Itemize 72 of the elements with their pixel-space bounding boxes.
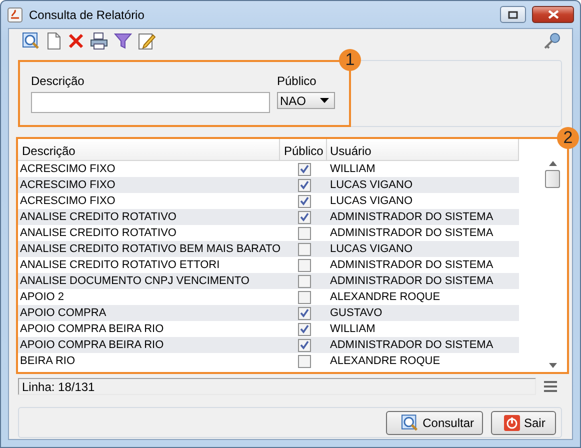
table-cell-text: LUCAS VIGANO [329, 243, 414, 255]
restore-button[interactable] [500, 6, 526, 23]
checkbox[interactable] [298, 178, 311, 192]
table-cell-text: LUCAS VIGANO [329, 179, 414, 191]
search-button[interactable]: Consultar [386, 410, 483, 434]
delete-icon[interactable] [68, 32, 84, 50]
table-cell-text: APOIO COMPRA BEIRA RIO [19, 339, 165, 351]
table-cell-text: ADMINISTRADOR DO SISTEMA [329, 211, 494, 223]
document-icon[interactable] [46, 32, 62, 50]
table-cell-text: ADMINISTRADOR DO SISTEMA [329, 227, 494, 239]
table-cell-text: APOIO COMPRA BEIRA RIO [19, 323, 165, 335]
checkbox[interactable] [298, 306, 311, 320]
table-cell-text: ANALISE CREDITO ROTATIVO [19, 211, 178, 223]
restore-icon [508, 10, 518, 18]
checkbox[interactable] [298, 354, 311, 368]
window-title: Consulta de Relatório [29, 8, 146, 22]
checkbox[interactable] [298, 274, 311, 288]
checkbox[interactable] [298, 242, 311, 256]
callout-badge: 2 [557, 127, 579, 149]
close-icon [548, 10, 558, 19]
checkbox[interactable] [298, 162, 311, 176]
field-label: Público [277, 74, 318, 88]
close-button[interactable] [532, 6, 574, 23]
edit-icon[interactable] [138, 32, 156, 50]
column-header[interactable]: Público [280, 139, 327, 160]
power-icon [504, 414, 520, 430]
table-cell-text: BEIRA RIO [19, 355, 76, 367]
table-cell-text: WILLIAM [329, 323, 376, 335]
table-cell-text: GUSTAVO [329, 307, 384, 319]
column-header[interactable]: Descrição [18, 139, 280, 160]
exit-button[interactable]: Sair [491, 410, 556, 434]
checkbox[interactable] [298, 258, 311, 272]
table-cell-text: ALEXANDRE ROQUE [329, 355, 442, 367]
table-cell-text: ACRESCIMO FIXO [19, 163, 116, 175]
scroll-thumb[interactable] [545, 170, 560, 188]
printer-icon[interactable] [90, 32, 108, 50]
caret-icon [320, 98, 329, 103]
table-cell-text: WILLIAM [329, 163, 376, 175]
key-icon[interactable] [543, 32, 561, 50]
table-cell-text: LUCAS VIGANO [329, 195, 414, 207]
column-header[interactable]: Usuário [327, 139, 519, 160]
search-icon [401, 414, 419, 432]
table-cell-text: ALEXANDRE ROQUE [329, 291, 442, 303]
table-cell-text: ANALISE CREDITO ROTATIVO [19, 227, 178, 239]
status-field: Linha: 18/131 [18, 378, 536, 395]
scroll-down-icon[interactable] [548, 363, 556, 368]
checkbox[interactable] [298, 210, 311, 224]
checkbox[interactable] [298, 338, 311, 352]
menu-icon[interactable] [544, 381, 557, 392]
table-cell-text: ADMINISTRADOR DO SISTEMA [329, 275, 494, 287]
checkbox[interactable] [298, 322, 311, 336]
filter-icon[interactable] [114, 32, 132, 50]
checkbox[interactable] [298, 226, 311, 240]
checkbox[interactable] [298, 290, 311, 304]
table-cell-text: ACRESCIMO FIXO [19, 195, 116, 207]
table-cell-text: ACRESCIMO FIXO [19, 179, 116, 191]
checkbox[interactable] [298, 194, 311, 208]
table-cell-text: ANALISE CREDITO ROTATIVO BEM MAIS BARATO [19, 243, 280, 255]
table-cell-text: APOIO COMPRA [19, 307, 108, 319]
public-dropdown[interactable]: NAO [277, 92, 335, 109]
scrollbar[interactable] [544, 161, 561, 368]
table-cell-text: ANALISE DOCUMENTO CNPJ VENCIMENTO [19, 275, 250, 287]
scroll-up-icon[interactable] [548, 161, 556, 166]
table-cell-text: ANALISE CREDITO ROTATIVO ETTORI [19, 259, 221, 271]
field-label: Descrição [31, 74, 86, 88]
search-icon[interactable] [22, 32, 40, 50]
table-cell-text: APOIO 2 [19, 291, 66, 303]
callout-badge: 1 [339, 49, 361, 71]
table-cell-text: ADMINISTRADOR DO SISTEMA [329, 339, 494, 351]
description-field[interactable] [31, 92, 270, 113]
app-icon [7, 6, 23, 22]
table-cell-text: ADMINISTRADOR DO SISTEMA [329, 259, 494, 271]
